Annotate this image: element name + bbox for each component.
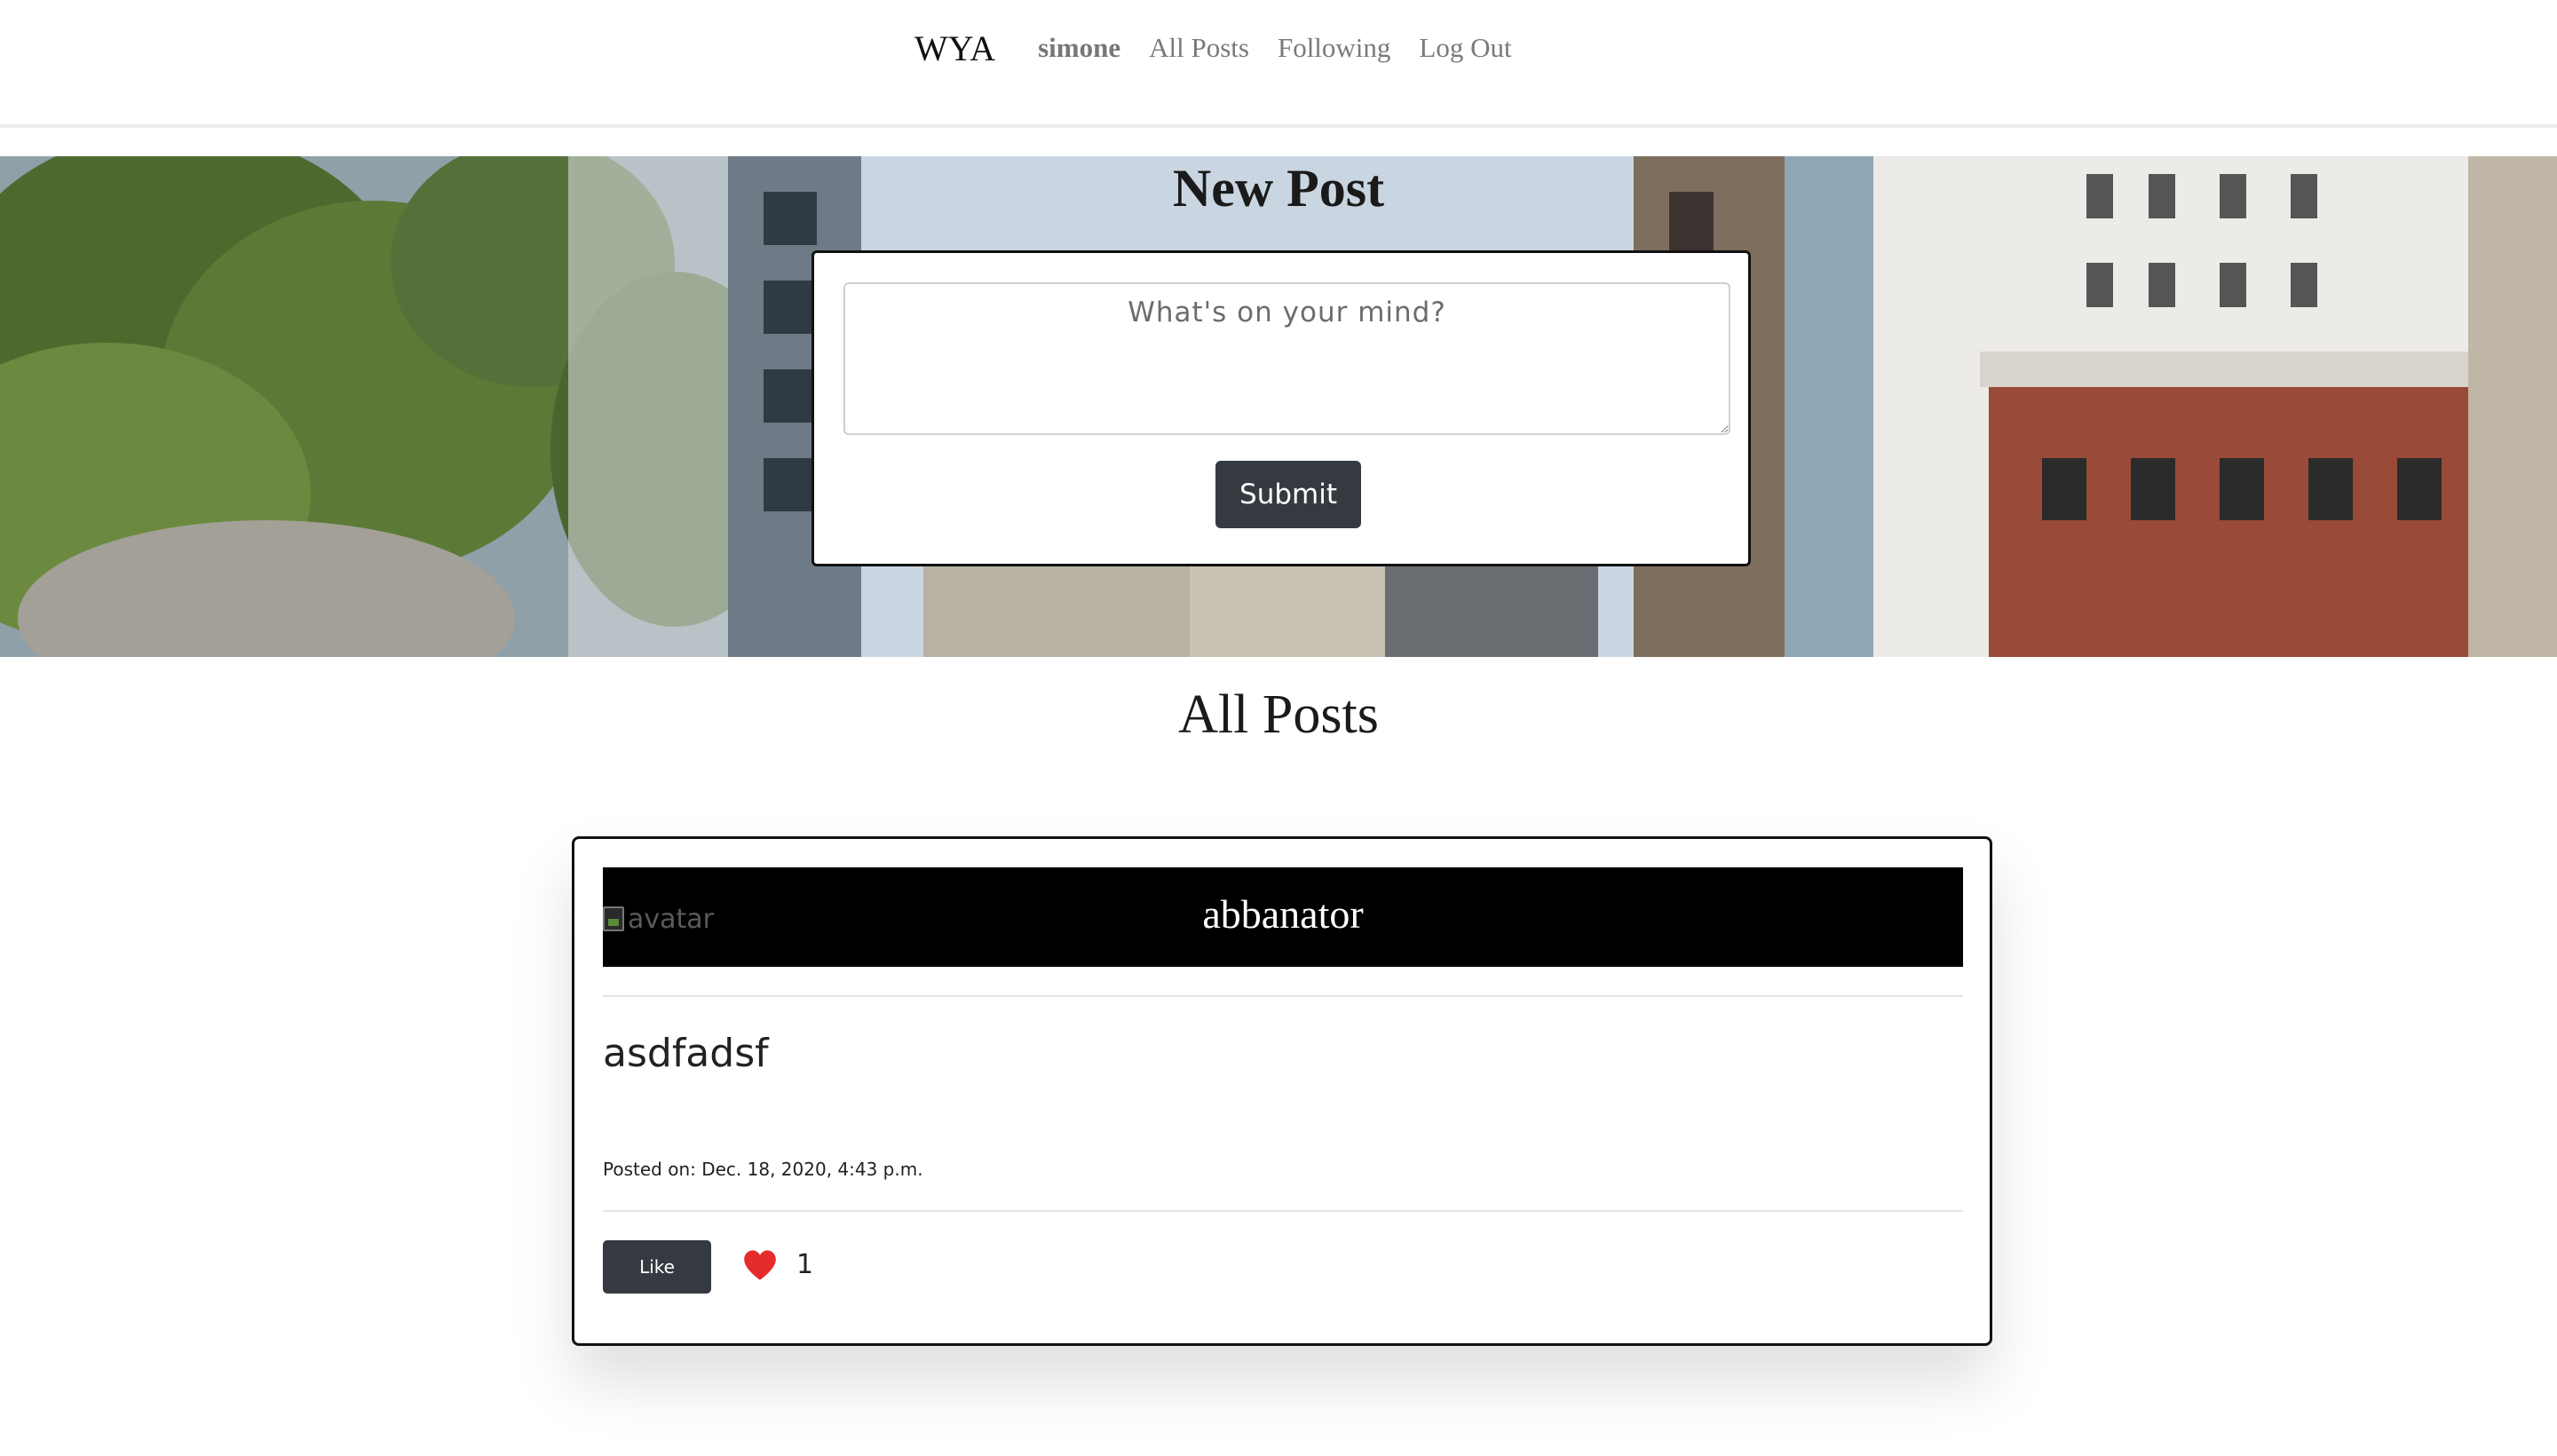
heart-icon[interactable] xyxy=(743,1249,777,1281)
like-count: 1 xyxy=(796,1249,814,1280)
nav-following-link[interactable]: Following xyxy=(1278,32,1390,64)
submit-button[interactable]: Submit xyxy=(1215,461,1361,528)
post-author-link[interactable]: abbanator xyxy=(603,890,1963,938)
post-content: asdfadsf xyxy=(603,1031,769,1076)
post-timestamp: Posted on: Dec. 18, 2020, 4:43 p.m. xyxy=(603,1159,923,1180)
like-button[interactable]: Like xyxy=(603,1240,711,1294)
divider xyxy=(603,1210,1963,1212)
divider xyxy=(603,995,1963,997)
nav-links: WYA simone All Posts Following Log Out xyxy=(914,23,1540,73)
post-header: avatar abbanator xyxy=(603,867,1963,967)
brand-link[interactable]: WYA xyxy=(914,28,995,69)
new-post-form: Submit xyxy=(811,250,1751,566)
all-posts-title: All Posts xyxy=(1178,684,1379,745)
navbar: WYA simone All Posts Following Log Out xyxy=(0,0,2557,128)
new-post-title: New Post xyxy=(1172,159,1385,218)
nav-logout-link[interactable]: Log Out xyxy=(1419,32,1511,64)
nav-user-link[interactable]: simone xyxy=(1038,32,1120,64)
post-card: avatar abbanator asdfadsf Posted on: Dec… xyxy=(572,836,1992,1346)
post-content-textarea[interactable] xyxy=(843,282,1730,435)
nav-all-posts-link[interactable]: All Posts xyxy=(1149,32,1249,64)
